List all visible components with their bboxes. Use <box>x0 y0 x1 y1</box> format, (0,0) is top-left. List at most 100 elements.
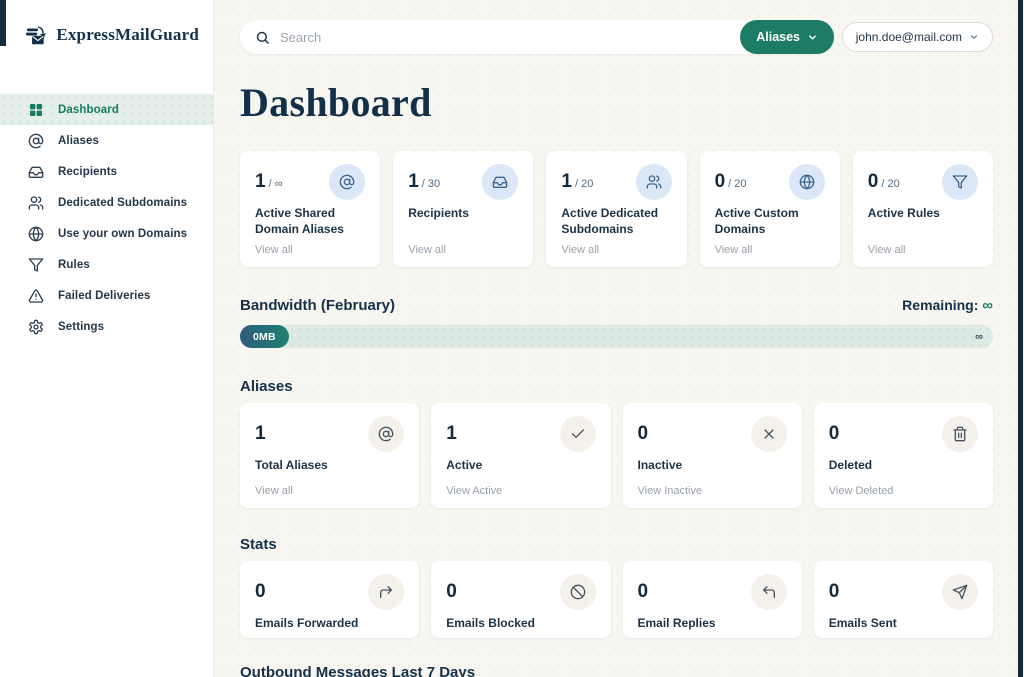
card-label: Emails Sent <box>829 616 978 632</box>
sidebar-item-label: Aliases <box>58 135 99 147</box>
card-value: 1 <box>255 171 266 192</box>
card-label: Inactive <box>638 458 787 474</box>
card-value: 0 <box>829 416 840 452</box>
filter-icon <box>28 257 44 273</box>
stats-card-replies: 0 Email Replies <box>623 561 802 638</box>
overview-card-custom-domains: 0/ 20 Active Custom Domains View all <box>700 151 840 267</box>
view-inactive-link[interactable]: View Inactive <box>638 485 787 497</box>
sidebar: ExpressMailGuard Dashboard Aliases Recip… <box>0 0 214 677</box>
card-value: 1 <box>561 171 572 192</box>
aliases-section-header: Aliases <box>240 378 993 395</box>
sidebar-item-label: Settings <box>58 321 104 333</box>
card-label: Active Shared Domain Aliases <box>255 206 365 238</box>
card-limit: / 20 <box>728 178 746 190</box>
stats-title: Stats <box>240 536 277 553</box>
inbox-icon <box>482 164 518 200</box>
view-all-link[interactable]: View all <box>408 244 518 256</box>
stats-section-header: Stats <box>240 536 993 553</box>
account-email: john.doe@mail.com <box>856 30 962 44</box>
view-all-link[interactable]: View all <box>715 244 825 256</box>
users-icon <box>636 164 672 200</box>
sidebar-item-aliases[interactable]: Aliases <box>0 125 213 156</box>
view-all-link[interactable]: View all <box>255 244 365 256</box>
view-active-link[interactable]: View Active <box>446 485 595 497</box>
mail-shield-icon <box>26 18 48 52</box>
sidebar-item-rules[interactable]: Rules <box>0 249 213 280</box>
sidebar-item-label: Dashboard <box>58 104 119 116</box>
bandwidth-section-header: Bandwidth (February) Remaining: ∞ <box>240 297 993 314</box>
reply-arrow-icon <box>751 574 787 610</box>
window-edge-notch <box>0 0 6 46</box>
card-limit: / 20 <box>575 178 593 190</box>
bandwidth-track-end: ∞ <box>975 331 993 343</box>
outbound-section-title: Outbound Messages Last 7 Days <box>240 664 993 677</box>
view-all-link[interactable]: View all <box>255 485 404 497</box>
page-title: Dashboard <box>240 79 993 126</box>
card-value: 0 <box>446 574 457 610</box>
aliases-button-label: Aliases <box>756 30 800 44</box>
topbar: Aliases john.doe@mail.com <box>240 20 993 54</box>
overview-card-dedicated-subdomains: 1/ 20 Active Dedicated Subdomains View a… <box>546 151 686 267</box>
card-label: Emails Forwarded <box>255 616 404 632</box>
overview-cards: 1/ ∞ Active Shared Domain Aliases View a… <box>240 151 993 267</box>
card-value: 0 <box>868 171 879 192</box>
gear-icon <box>28 319 44 335</box>
view-deleted-link[interactable]: View Deleted <box>829 485 978 497</box>
dashboard-grid-icon <box>28 102 44 118</box>
remaining-label: Remaining: <box>902 297 978 313</box>
remaining-value: ∞ <box>982 297 993 314</box>
card-value: 0 <box>829 574 840 610</box>
at-sign-icon <box>329 164 365 200</box>
card-label: Total Aliases <box>255 458 404 474</box>
stats-card-sent: 0 Emails Sent <box>814 561 993 638</box>
bandwidth-progress-bar: 0MB ∞ <box>240 325 993 348</box>
view-all-link[interactable]: View all <box>561 244 671 256</box>
aliases-card-active: 1 Active View Active <box>431 403 610 508</box>
forward-arrow-icon <box>368 574 404 610</box>
card-label: Recipients <box>408 206 518 222</box>
card-limit: / 30 <box>422 178 440 190</box>
bandwidth-title: Bandwidth (February) <box>240 297 395 314</box>
account-menu[interactable]: john.doe@mail.com <box>842 22 993 52</box>
aliases-cards: 1 Total Aliases View all 1 Active View A… <box>240 403 993 508</box>
at-sign-icon <box>368 416 404 452</box>
scrollbar[interactable] <box>1018 0 1023 677</box>
sidebar-item-settings[interactable]: Settings <box>0 311 213 342</box>
search-icon <box>255 30 270 45</box>
card-limit: / ∞ <box>269 178 283 190</box>
x-icon <box>751 416 787 452</box>
card-label: Active <box>446 458 595 474</box>
sidebar-item-label: Rules <box>58 259 90 271</box>
view-all-link[interactable]: View all <box>868 244 978 256</box>
sidebar-item-recipients[interactable]: Recipients <box>0 156 213 187</box>
send-icon <box>942 574 978 610</box>
card-label: Active Rules <box>868 206 978 222</box>
sidebar-item-label: Failed Deliveries <box>58 290 150 302</box>
sidebar-item-dashboard[interactable]: Dashboard <box>0 94 213 125</box>
card-label: Emails Blocked <box>446 616 595 632</box>
search-input[interactable] <box>270 30 740 45</box>
card-label: Active Custom Domains <box>715 206 825 238</box>
card-label: Active Dedicated Subdomains <box>561 206 671 238</box>
sidebar-item-own-domains[interactable]: Use your own Domains <box>0 218 213 249</box>
overview-card-recipients: 1/ 30 Recipients View all <box>393 151 533 267</box>
alert-triangle-icon <box>28 288 44 304</box>
overview-card-rules: 0/ 20 Active Rules View all <box>853 151 993 267</box>
aliases-new-button[interactable]: Aliases <box>740 20 834 54</box>
card-value: 1 <box>408 171 419 192</box>
sidebar-item-failed-deliveries[interactable]: Failed Deliveries <box>0 280 213 311</box>
card-value: 0 <box>715 171 726 192</box>
globe-icon <box>28 226 44 242</box>
card-label: Deleted <box>829 458 978 474</box>
users-icon <box>28 195 44 211</box>
card-value: 0 <box>255 574 266 610</box>
blocked-icon <box>560 574 596 610</box>
card-value: 0 <box>638 574 649 610</box>
globe-icon <box>789 164 825 200</box>
inbox-icon <box>28 164 44 180</box>
sidebar-item-dedicated-subdomains[interactable]: Dedicated Subdomains <box>0 187 213 218</box>
sidebar-item-label: Dedicated Subdomains <box>58 197 187 209</box>
chevron-down-icon <box>807 32 818 43</box>
filter-icon <box>942 164 978 200</box>
bandwidth-used-pill: 0MB <box>240 325 289 348</box>
